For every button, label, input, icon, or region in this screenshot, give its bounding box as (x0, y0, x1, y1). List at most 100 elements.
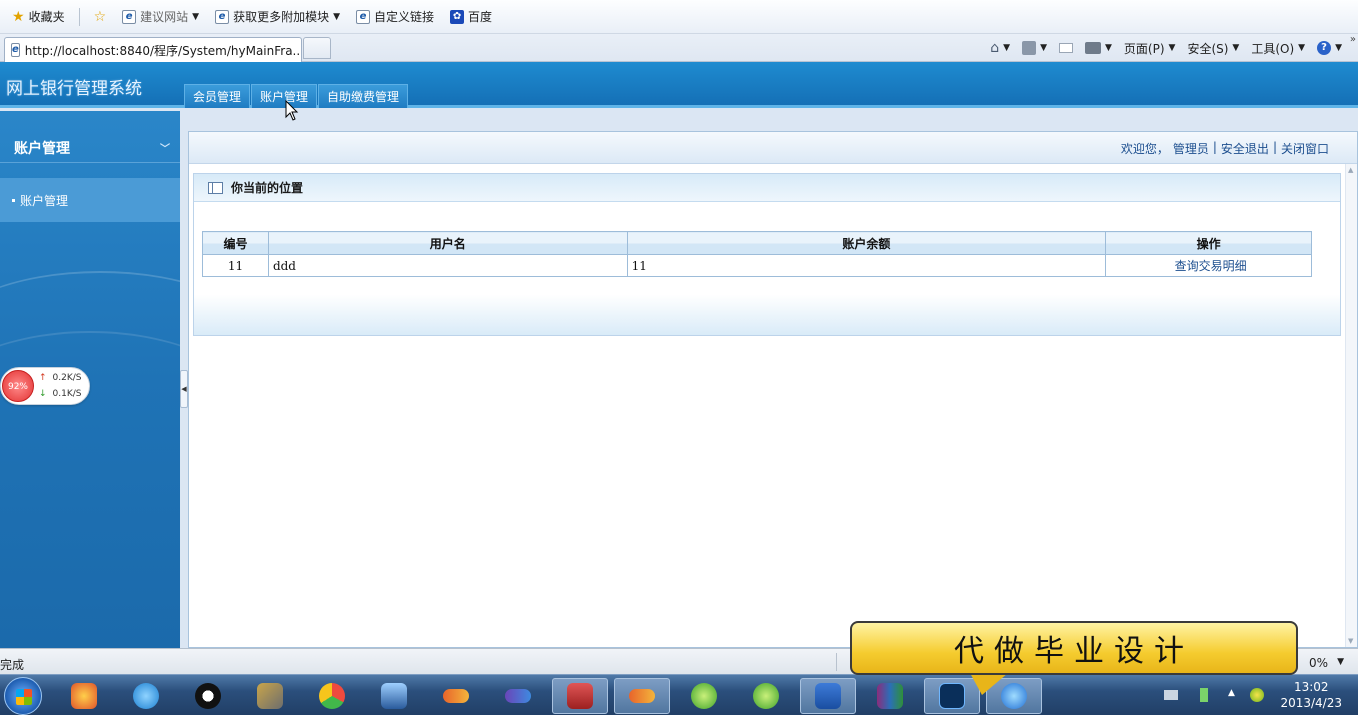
sidebar-collapse-handle[interactable]: ◀ (180, 370, 188, 408)
nav-tab-members[interactable]: 会员管理 (184, 84, 251, 108)
taskbar-app-launcher[interactable] (56, 678, 112, 714)
tools-menu-label: 工具(O) (1251, 41, 1295, 56)
fav-baidu[interactable]: ✿ 百度 (444, 6, 498, 28)
taskbar-app-sync2[interactable] (738, 678, 794, 714)
scrollbar[interactable]: ▲ ▼ (1345, 164, 1357, 647)
user-links: 欢迎您， 管理员 | 安全退出 | 关闭窗口 (1121, 140, 1329, 157)
taskbar-app-vs[interactable] (428, 678, 484, 714)
help-menu[interactable]: ? ▼ (1317, 41, 1342, 55)
chevron-down-icon: ▼ (1003, 43, 1011, 53)
clock-date: 2013/4/23 (1280, 696, 1342, 710)
taskbar-app-bird[interactable] (118, 678, 174, 714)
table-header-row: 编号 用户名 账户余额 操作 (202, 231, 1312, 255)
taskbar-app-tools[interactable] (242, 678, 298, 714)
tray-app-icon[interactable] (1250, 688, 1264, 702)
download-speed: 0.1K/S (52, 389, 82, 399)
upload-speed: 0.2K/S (52, 373, 82, 383)
sidebar-item-label: 账户管理 (20, 193, 69, 208)
zoom-level[interactable]: 0% (1309, 656, 1328, 670)
browser-tab[interactable]: e http://localhost:8840/程序/System/hyMain… (4, 37, 302, 62)
nav-tab-self-payment[interactable]: 自助缴费管理 (318, 84, 409, 108)
system-tray: ▲ 13:02 2013/4/23 (1158, 675, 1358, 715)
table-row: 11 ddd 11 查询交易明细 (202, 254, 1312, 277)
keyboard-icon[interactable] (1164, 690, 1178, 700)
new-tab-button[interactable] (303, 37, 331, 59)
tools-menu[interactable]: 工具(O) ▼ (1251, 40, 1305, 57)
infinity-icon (629, 689, 655, 703)
network-speed-widget[interactable]: 92% ↑ 0.2K/S ↓ 0.1K/S (0, 367, 90, 405)
cell-username: ddd (267, 254, 628, 277)
command-bar: ⌂ ▼ ▼ ▼ 页面(P) ▼ 安全(S) ▼ 工具(O) ▼ ? ▼ (990, 34, 1342, 62)
taskbar: ▲ 13:02 2013/4/23 (0, 674, 1358, 715)
logout-link[interactable]: 安全退出 (1221, 140, 1269, 157)
cell-balance: 11 (626, 254, 1107, 277)
mail-icon (1058, 43, 1073, 53)
ie-page-icon: e (122, 9, 137, 24)
query-transactions-link[interactable]: 查询交易明细 (1105, 254, 1312, 277)
page-menu[interactable]: 页面(P) ▼ (1124, 40, 1176, 57)
taskbar-app-sync[interactable] (676, 678, 732, 714)
sidebar-item-accounts[interactable]: 账户管理 (0, 178, 180, 222)
ie-page-icon: e (356, 9, 371, 24)
mail-button[interactable] (1058, 43, 1073, 53)
favorites-button[interactable]: ★ 收藏夹 (6, 6, 71, 28)
safety-menu[interactable]: 安全(S) ▼ (1187, 40, 1239, 57)
star-icon: ★ (12, 8, 25, 25)
chevron-down-icon: ▼ (1040, 43, 1047, 53)
taskbar-app-qq[interactable] (180, 678, 236, 714)
safety-menu-label: 安全(S) (1187, 41, 1229, 56)
taskbar-app-toolbox[interactable] (552, 678, 608, 714)
fav-label: 获取更多附加模块 (233, 10, 330, 24)
chevron-down-icon[interactable]: ▼ (1337, 657, 1344, 667)
taskbar-app-word[interactable] (800, 678, 856, 714)
chevron-down-icon: ﹀ (160, 144, 170, 155)
sidebar-heading[interactable]: 账户管理 ﹀ (0, 133, 180, 163)
photoshop-icon (939, 683, 965, 709)
column-header: 操作 (1105, 231, 1312, 255)
welcome-text: 欢迎您， (1120, 142, 1169, 156)
taskbar-app-computer[interactable] (366, 678, 422, 714)
fav-label: 百度 (468, 10, 493, 24)
decorative-wave (0, 331, 180, 511)
sync-icon (753, 683, 779, 709)
taskbar-app-ball[interactable] (304, 678, 360, 714)
archive-icon (877, 683, 903, 709)
panel-header: 你当前的位置 (194, 174, 1340, 202)
double-chevron-icon[interactable]: » (1350, 34, 1356, 45)
infinity-icon (505, 689, 531, 703)
print-button[interactable]: ▼ (1084, 42, 1112, 54)
tray-expand-icon[interactable]: ▲ (1228, 688, 1242, 702)
start-button[interactable] (4, 677, 42, 715)
taskbar-app-vs3[interactable] (614, 678, 670, 714)
computer-icon (381, 683, 407, 709)
fav-custom-links[interactable]: e 自定义链接 (350, 6, 440, 28)
chevron-down-icon: ▼ (1168, 43, 1176, 53)
accounts-table: 编号 用户名 账户余额 操作 11 ddd 11 查询交易明细 (202, 231, 1312, 277)
sidebar-heading-label: 账户管理 (14, 140, 70, 157)
browser-tab-title: http://localhost:8840/程序/System/hyMainFr… (24, 43, 302, 58)
fav-suggested-sites[interactable]: e 建议网站 ▼ (116, 6, 205, 28)
user-name-link[interactable]: 管理员 (1173, 140, 1209, 157)
taskbar-app-vs2[interactable] (490, 678, 546, 714)
rss-icon (1022, 41, 1037, 55)
close-window-link[interactable]: 关闭窗口 (1281, 140, 1329, 157)
column-header: 账户余额 (626, 231, 1107, 255)
scroll-up-icon[interactable]: ▲ (1348, 166, 1353, 174)
chevron-down-icon: ▼ (1104, 43, 1112, 53)
add-favorite-icon: ☆ (93, 8, 107, 25)
user-strip: 欢迎您， 管理员 | 安全退出 | 关闭窗口 (189, 132, 1357, 164)
home-button[interactable]: ⌂ ▼ (990, 40, 1010, 56)
battery-icon[interactable] (1200, 688, 1208, 702)
scroll-down-icon[interactable]: ▼ (1348, 637, 1353, 645)
taskbar-app-winrar[interactable] (862, 678, 918, 714)
app-header: 网上银行管理系统 会员管理 账户管理 自助缴费管理 (0, 62, 1358, 108)
divider (78, 7, 80, 26)
fav-addons[interactable]: e 获取更多附加模块 ▼ (209, 6, 346, 28)
clock[interactable]: 13:02 2013/4/23 (1280, 679, 1342, 711)
divider: | (1212, 140, 1217, 154)
feeds-button[interactable]: ▼ (1022, 41, 1047, 55)
favorites-bar: ★ 收藏夹 ☆ e 建议网站 ▼ e 获取更多附加模块 ▼ e 自定义链接 ✿ … (0, 0, 1358, 34)
add-favorite-button[interactable]: ☆ (88, 6, 113, 28)
fav-label: 建议网站 (140, 10, 189, 24)
bird-icon (133, 683, 159, 709)
